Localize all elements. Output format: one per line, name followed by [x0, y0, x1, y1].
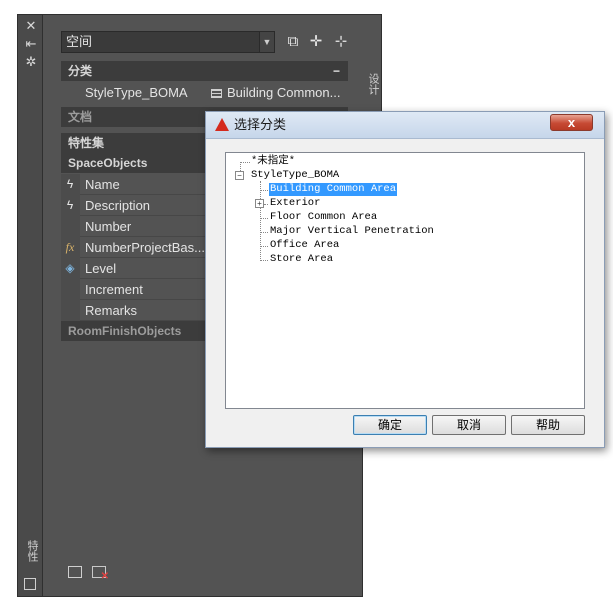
chevron-down-icon[interactable]: ▼	[259, 32, 274, 52]
classification-row-value[interactable]: Building Common...	[211, 82, 340, 104]
dialog-titlebar[interactable]: 选择分类 x	[206, 112, 604, 139]
palette-title-label: 特性	[26, 540, 38, 562]
tree-node[interactable]: Floor Common Area	[270, 211, 377, 224]
design-tab-label: 设计	[367, 73, 379, 95]
help-button[interactable]: 帮助	[511, 415, 585, 435]
select-classification-dialog: 选择分类 x *未指定* − StyleType_BOMA Building C…	[205, 111, 605, 448]
tree-node-selected[interactable]: Building Common Area	[269, 183, 398, 196]
ok-button[interactable]: 确定	[353, 415, 427, 435]
classification-title: 分类	[68, 64, 93, 78]
select-objects-icon[interactable]: ✛	[307, 33, 325, 51]
property-label: Level	[85, 261, 117, 276]
object-type-select[interactable]: 空间 ▼	[61, 31, 275, 53]
add-property-sets-icon[interactable]	[68, 566, 82, 578]
tree-node-unspecified[interactable]: *未指定*	[251, 155, 295, 168]
row-gutter	[61, 300, 80, 321]
property-label: Remarks	[85, 303, 138, 318]
classification-value-text: Building Common...	[227, 85, 341, 100]
properties-menu-icon[interactable]: ✲	[23, 55, 39, 69]
tree-node[interactable]: Office Area	[270, 239, 339, 252]
row-gutter	[61, 279, 80, 300]
property-label: Name	[85, 177, 120, 192]
tree-node[interactable]: Major Vertical Penetration	[270, 225, 434, 238]
palette-corner-icon[interactable]	[24, 578, 36, 590]
classification-row[interactable]: StyleType_BOMA Building Common...	[61, 82, 348, 104]
design-tab[interactable]: 设计	[362, 14, 382, 124]
property-label: Number	[85, 219, 132, 234]
property-label: NumberProjectBas...	[85, 240, 205, 255]
collapse-icon[interactable]: −	[333, 61, 340, 81]
collapse-node-icon[interactable]: −	[235, 171, 244, 180]
classification-header[interactable]: 分类 −	[61, 61, 348, 81]
lightning-icon: ϟ	[66, 198, 74, 212]
classification-tree[interactable]: *未指定* − StyleType_BOMA Building Common A…	[225, 152, 585, 409]
expand-node-icon[interactable]: +	[255, 199, 264, 208]
property-label: Description	[85, 198, 151, 213]
quick-select-icon[interactable]: ⧉	[284, 33, 302, 51]
classification-row-label: StyleType_BOMA	[85, 85, 188, 100]
tree-node[interactable]: Store Area	[270, 253, 333, 266]
remove-property-sets-icon[interactable]: ✕	[92, 566, 109, 582]
cancel-button[interactable]: 取消	[432, 415, 506, 435]
object-type-value: 空间	[66, 34, 93, 49]
dialog-title: 选择分类	[234, 117, 287, 132]
level-icon: ◈	[65, 261, 75, 275]
toggle-pickadd-icon[interactable]: ⊹	[332, 33, 350, 51]
close-button[interactable]: x	[550, 114, 593, 131]
tree-node[interactable]: Exterior	[270, 197, 320, 210]
lightning-icon: ϟ	[66, 177, 74, 191]
palette-title-strip: ✕ ⇤ ✲ 特性	[17, 14, 43, 597]
list-icon	[211, 89, 222, 98]
tree-node-root[interactable]: StyleType_BOMA	[251, 169, 339, 182]
property-label: Increment	[85, 282, 143, 297]
auto-hide-icon[interactable]: ⇤	[23, 37, 39, 51]
autocad-logo-icon	[215, 118, 229, 131]
row-gutter	[61, 216, 80, 237]
formula-icon: fx	[65, 240, 75, 254]
close-icon[interactable]: ✕	[23, 19, 39, 33]
